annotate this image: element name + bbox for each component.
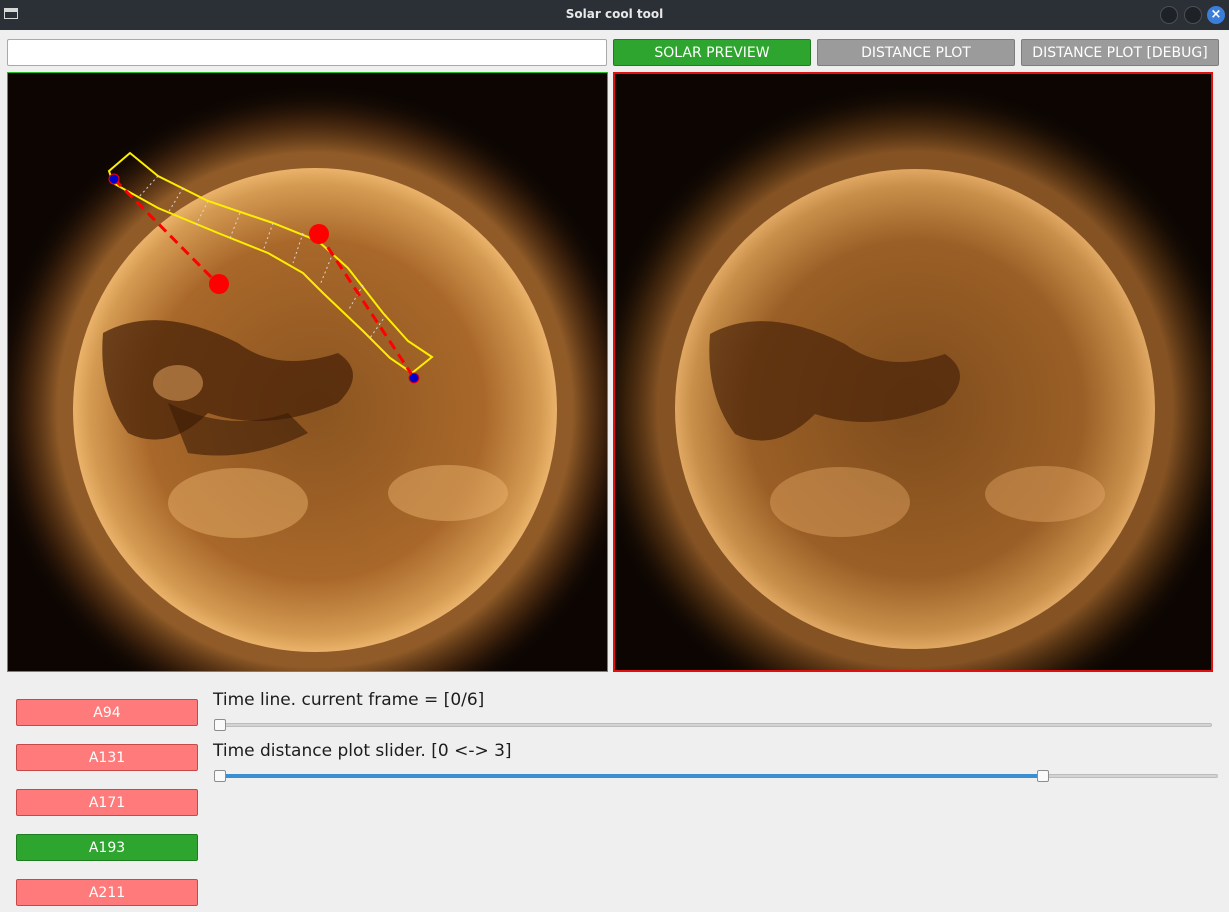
path-end-point[interactable]: [408, 372, 420, 384]
timeline-label: Time line. current frame = [0/6]: [213, 690, 485, 710]
filter-button-a171[interactable]: A171: [16, 789, 198, 816]
distance-slider-high-handle[interactable]: [1037, 770, 1050, 782]
control-point-handle[interactable]: [309, 224, 329, 244]
timeline-handle[interactable]: [214, 719, 226, 731]
distance-slider-range-fill: [220, 774, 1044, 778]
path-start-point[interactable]: [108, 173, 120, 185]
filter-button-a193[interactable]: A193: [16, 834, 198, 861]
filter-button-a94[interactable]: A94: [16, 699, 198, 726]
solar-preview-button[interactable]: SOLAR PREVIEW: [613, 39, 811, 66]
timeline-track[interactable]: [214, 723, 1212, 727]
control-point-handle[interactable]: [209, 274, 229, 294]
filter-button-a131[interactable]: A131: [16, 744, 198, 771]
path-input[interactable]: [7, 39, 607, 66]
close-icon[interactable]: ×: [1207, 6, 1225, 24]
window-title: Solar cool tool: [565, 7, 664, 21]
filter-button-a211[interactable]: A211: [16, 879, 198, 906]
minimize-icon[interactable]: [1160, 6, 1178, 24]
solar-preview-panel[interactable]: [7, 72, 608, 672]
distance-plot-button[interactable]: DISTANCE PLOT: [817, 39, 1015, 66]
distance-plot-debug-button[interactable]: DISTANCE PLOT [DEBUG]: [1021, 39, 1219, 66]
solar-output-panel: [613, 72, 1213, 672]
distance-slider-label: Time distance plot slider. [0 <-> 3]: [213, 741, 512, 761]
solar-image-right: [615, 74, 1211, 670]
solar-image-left: [8, 73, 607, 671]
distance-slider-low-handle[interactable]: [214, 770, 226, 782]
maximize-icon[interactable]: [1184, 6, 1202, 24]
title-bar: Solar cool tool ×: [0, 0, 1229, 30]
